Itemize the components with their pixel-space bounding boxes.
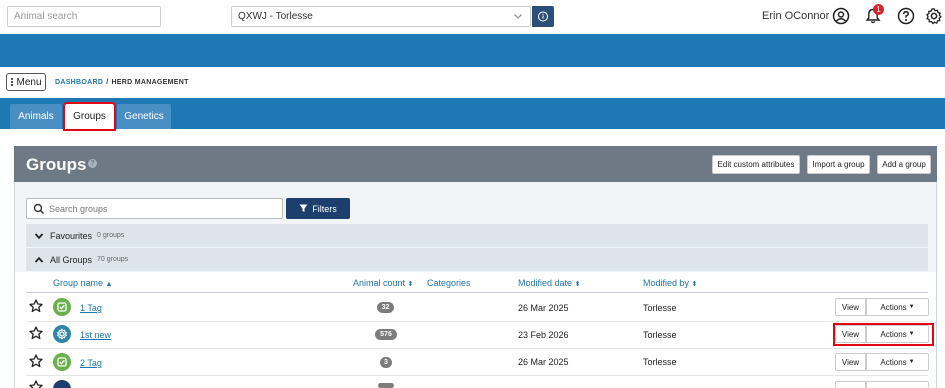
favourites-section-toggle[interactable]: Favourites 0 groups [26,224,928,247]
herd-select-dropdown[interactable]: QXWJ - Torlesse [231,6,531,27]
tab-groups[interactable]: Groups [63,102,116,131]
column-header-group-name[interactable]: Group name ▲ [53,278,112,288]
actions-dropdown-button[interactable]: Actions ▼ [866,353,929,371]
favourite-star-icon[interactable] [29,326,43,340]
filters-label: Filters [312,203,337,214]
modified-by: Torlesse [643,357,677,367]
settings-gear-icon[interactable] [925,7,943,25]
tab-animals[interactable]: Animals [10,104,62,129]
chevron-up-icon [34,256,44,263]
animal-count-badge: 576 [375,329,397,340]
tab-genetics[interactable]: Genetics [117,104,171,129]
search-icon [33,203,45,215]
chevron-down-icon [34,232,44,239]
view-button[interactable] [835,381,866,388]
caret-down-icon: ▼ [908,359,915,365]
animal-count-header-label: Animal count [353,278,406,288]
favourites-count: 0 groups [97,232,125,239]
modified-date-header-label: Modified date [518,278,573,288]
group-search-field[interactable] [26,198,283,219]
favourites-label: Favourites [50,230,93,241]
user-name[interactable]: Erin OConnor [762,10,829,22]
actions-label: Actions [880,302,907,312]
sort-asc-icon: ▲ [105,281,113,288]
actions-label: Actions [880,329,907,339]
group-link[interactable]: 1st new [80,330,111,340]
group-link[interactable]: 2 Tag [80,358,102,368]
column-header-animal-count[interactable]: Animal count ⬍ [353,278,413,288]
row-divider [26,375,928,376]
group-search-input[interactable] [49,202,274,216]
column-header-modified-date[interactable]: Modified date ⬍ [518,278,580,288]
group-link[interactable]: 1 Tag [80,303,102,313]
selected-herd-value: QXWJ - Torlesse [238,11,313,22]
modified-by: Torlesse [643,303,677,313]
modified-by-header-label: Modified by [643,278,690,288]
breadcrumb-current: HERD MANAGEMENT [111,79,189,86]
page-title: Groups [26,155,87,174]
favourite-star-icon[interactable] [29,380,43,388]
animal-search-input[interactable] [7,6,161,27]
groups-table [15,272,936,388]
view-button[interactable]: View [835,325,866,343]
herd-bar [0,34,945,67]
column-header-categories: Categories [427,278,471,288]
modified-date: 26 Mar 2025 [518,303,569,313]
menu-button[interactable]: Menu [6,73,46,91]
view-button[interactable]: View [835,298,866,316]
favourite-star-icon[interactable] [29,354,43,368]
actions-dropdown-button[interactable]: Actions ▼ [866,325,929,343]
import-group-button[interactable]: Import a group [807,155,870,174]
select-herd-label: Select Herd: [172,12,228,23]
herd-info-button[interactable] [532,6,554,27]
question-circle-icon[interactable]: ? [88,159,97,168]
all-groups-label: All Groups [50,254,93,265]
all-groups-section-toggle[interactable]: All Groups 70 groups [26,248,928,271]
row-divider [26,321,928,322]
modified-date: 23 Feb 2026 [518,330,569,340]
caret-down-icon: ▼ [908,304,915,310]
gear-icon [53,325,71,343]
notification-badge: 1 [873,4,884,15]
actions-label: Actions [880,357,907,367]
sort-icon: ⬍ [407,281,414,288]
all-groups-count: 70 groups [97,256,129,263]
kebab-menu-icon [11,78,14,86]
check-icon [53,353,71,371]
group-name-header-label: Group name [53,278,104,288]
chevron-down-icon [514,14,522,19]
modified-date: 26 Mar 2025 [518,357,569,367]
animal-count-badge: 32 [377,302,394,313]
menu-label: Menu [16,76,42,88]
help-icon[interactable] [897,7,915,25]
info-icon [538,11,548,22]
sort-icon: ⬍ [691,281,698,288]
actions-dropdown-button[interactable] [866,381,929,388]
row-divider [26,348,928,349]
sort-icon: ⬍ [574,281,581,288]
modified-by: Torlesse [643,330,677,340]
filters-button[interactable]: Filters [286,198,350,219]
add-group-button[interactable]: Add a group [877,155,931,174]
breadcrumb: DASHBOARD / HERD MANAGEMENT [55,79,189,86]
animal-count-badge [378,383,394,388]
column-header-modified-by[interactable]: Modified by ⬍ [643,278,697,288]
animal-count-badge: 3 [380,357,392,368]
view-button[interactable]: View [835,353,866,371]
actions-dropdown-button[interactable]: Actions ▼ [866,298,929,316]
table-header-divider [26,292,928,293]
caret-down-icon: ▼ [908,331,915,337]
check-icon [53,298,71,316]
user-profile-icon[interactable] [832,7,850,25]
breadcrumb-dashboard-link[interactable]: DASHBOARD [55,79,103,86]
breadcrumb-separator: / [106,79,109,86]
edit-custom-attributes-button[interactable]: Edit custom attributes [712,155,800,174]
favourite-star-icon[interactable] [29,299,43,313]
filter-funnel-icon [299,204,308,212]
